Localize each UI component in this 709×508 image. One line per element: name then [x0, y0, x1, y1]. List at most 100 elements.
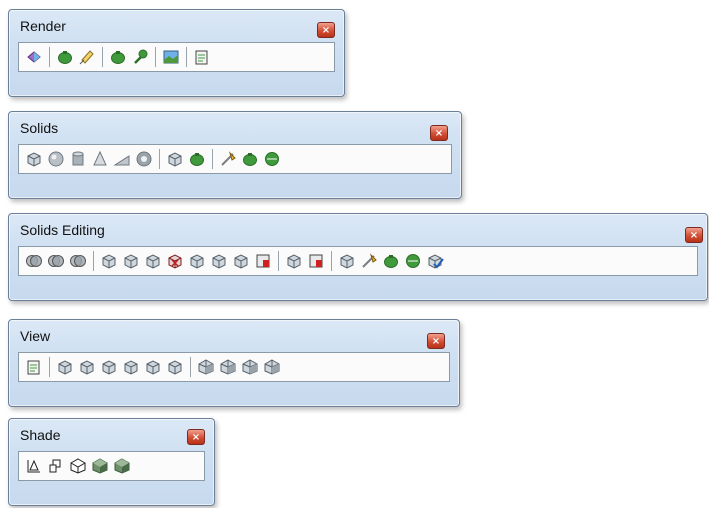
cone-button[interactable]	[89, 148, 111, 170]
left-view-button[interactable]	[98, 356, 120, 378]
light-icon	[78, 48, 96, 66]
teapot-button[interactable]	[54, 46, 76, 68]
move-faces-button[interactable]	[120, 250, 142, 272]
material-button[interactable]	[129, 46, 151, 68]
cylinder-icon	[69, 150, 87, 168]
slice-button[interactable]	[217, 148, 239, 170]
delete-faces-button[interactable]	[164, 250, 186, 272]
solids-editing-toolbar: Solids Editing ×	[8, 213, 708, 301]
close-button[interactable]: ×	[187, 429, 205, 445]
shell-button[interactable]	[402, 250, 424, 272]
color-edges-button[interactable]	[305, 250, 327, 272]
statistics-button[interactable]	[191, 46, 213, 68]
landscape-icon	[162, 48, 180, 66]
offset-faces-button[interactable]	[142, 250, 164, 272]
close-button[interactable]: ×	[430, 125, 448, 141]
copy-edges-icon	[285, 252, 303, 270]
sphere-icon	[47, 150, 65, 168]
2d-wireframe-button[interactable]	[23, 455, 45, 477]
interference-button[interactable]	[261, 148, 283, 170]
close-button[interactable]: ×	[685, 227, 703, 243]
interference-icon	[263, 150, 281, 168]
sw-iso-button[interactable]	[195, 356, 217, 378]
front-view-icon	[144, 358, 162, 376]
toolbar-separator	[93, 251, 94, 271]
gouraud-shaded-button[interactable]	[111, 455, 133, 477]
toolbar-buttons	[18, 246, 698, 276]
intersect-button[interactable]	[67, 250, 89, 272]
revolve-button[interactable]	[186, 148, 208, 170]
torus-button[interactable]	[133, 148, 155, 170]
named-views-button[interactable]	[23, 356, 45, 378]
gouraud-shaded-icon	[113, 457, 131, 475]
separate-button[interactable]	[380, 250, 402, 272]
toolbar-separator	[212, 149, 213, 169]
scene-button[interactable]	[107, 46, 129, 68]
shade-toolbar: Shade ×	[8, 418, 215, 506]
hidden-button[interactable]	[67, 455, 89, 477]
slice-icon	[219, 150, 237, 168]
subtract-button[interactable]	[45, 250, 67, 272]
section-button[interactable]	[239, 148, 261, 170]
taper-faces-button[interactable]	[208, 250, 230, 272]
union-button[interactable]	[23, 250, 45, 272]
imprint-icon	[338, 252, 356, 270]
close-button[interactable]: ×	[427, 333, 445, 349]
toolbar-buttons	[18, 352, 450, 382]
nw-iso-button[interactable]	[261, 356, 283, 378]
bottom-view-button[interactable]	[76, 356, 98, 378]
toolbar-title: View	[20, 328, 51, 344]
extrude-button[interactable]	[164, 148, 186, 170]
toolbar-separator	[49, 357, 50, 377]
toolbar-buttons	[18, 42, 335, 72]
color-edges-icon	[307, 252, 325, 270]
solids-toolbar: Solids ×	[8, 111, 462, 199]
right-view-button[interactable]	[120, 356, 142, 378]
color-faces-button[interactable]	[252, 250, 274, 272]
box-button[interactable]	[23, 148, 45, 170]
copy-faces-button[interactable]	[230, 250, 252, 272]
scene-icon	[109, 48, 127, 66]
3d-wireframe-button[interactable]	[45, 455, 67, 477]
separate-icon	[382, 252, 400, 270]
color-faces-icon	[254, 252, 272, 270]
back-view-button[interactable]	[164, 356, 186, 378]
toolbar-separator	[186, 47, 187, 67]
light-button[interactable]	[76, 46, 98, 68]
toolbar-title: Solids	[20, 120, 59, 136]
imprint-button[interactable]	[336, 250, 358, 272]
top-view-button[interactable]	[54, 356, 76, 378]
flat-shaded-button[interactable]	[89, 455, 111, 477]
nw-iso-icon	[263, 358, 281, 376]
rotate-faces-button[interactable]	[186, 250, 208, 272]
render-cube-button[interactable]	[23, 46, 45, 68]
ne-iso-button[interactable]	[239, 356, 261, 378]
toolbar-separator	[331, 251, 332, 271]
extrude-faces-icon	[100, 252, 118, 270]
toolbar-title: Shade	[20, 427, 61, 443]
ne-iso-icon	[241, 358, 259, 376]
close-button[interactable]: ×	[317, 22, 335, 38]
2d-wireframe-icon	[25, 457, 43, 475]
top-view-icon	[56, 358, 74, 376]
toolbar-title: Render	[20, 18, 66, 34]
teapot-icon	[56, 48, 74, 66]
sphere-button[interactable]	[45, 148, 67, 170]
se-iso-button[interactable]	[217, 356, 239, 378]
cylinder-button[interactable]	[67, 148, 89, 170]
clean-button[interactable]	[358, 250, 380, 272]
union-icon	[25, 252, 43, 270]
toolbar-separator	[155, 47, 156, 67]
rotate-faces-icon	[188, 252, 206, 270]
offset-faces-icon	[144, 252, 162, 270]
box-icon	[25, 150, 43, 168]
hidden-icon	[69, 457, 87, 475]
front-view-button[interactable]	[142, 356, 164, 378]
landscape-button[interactable]	[160, 46, 182, 68]
copy-edges-button[interactable]	[283, 250, 305, 272]
copy-faces-icon	[232, 252, 250, 270]
wedge-button[interactable]	[111, 148, 133, 170]
extrude-faces-button[interactable]	[98, 250, 120, 272]
se-iso-icon	[219, 358, 237, 376]
check-button[interactable]	[424, 250, 446, 272]
